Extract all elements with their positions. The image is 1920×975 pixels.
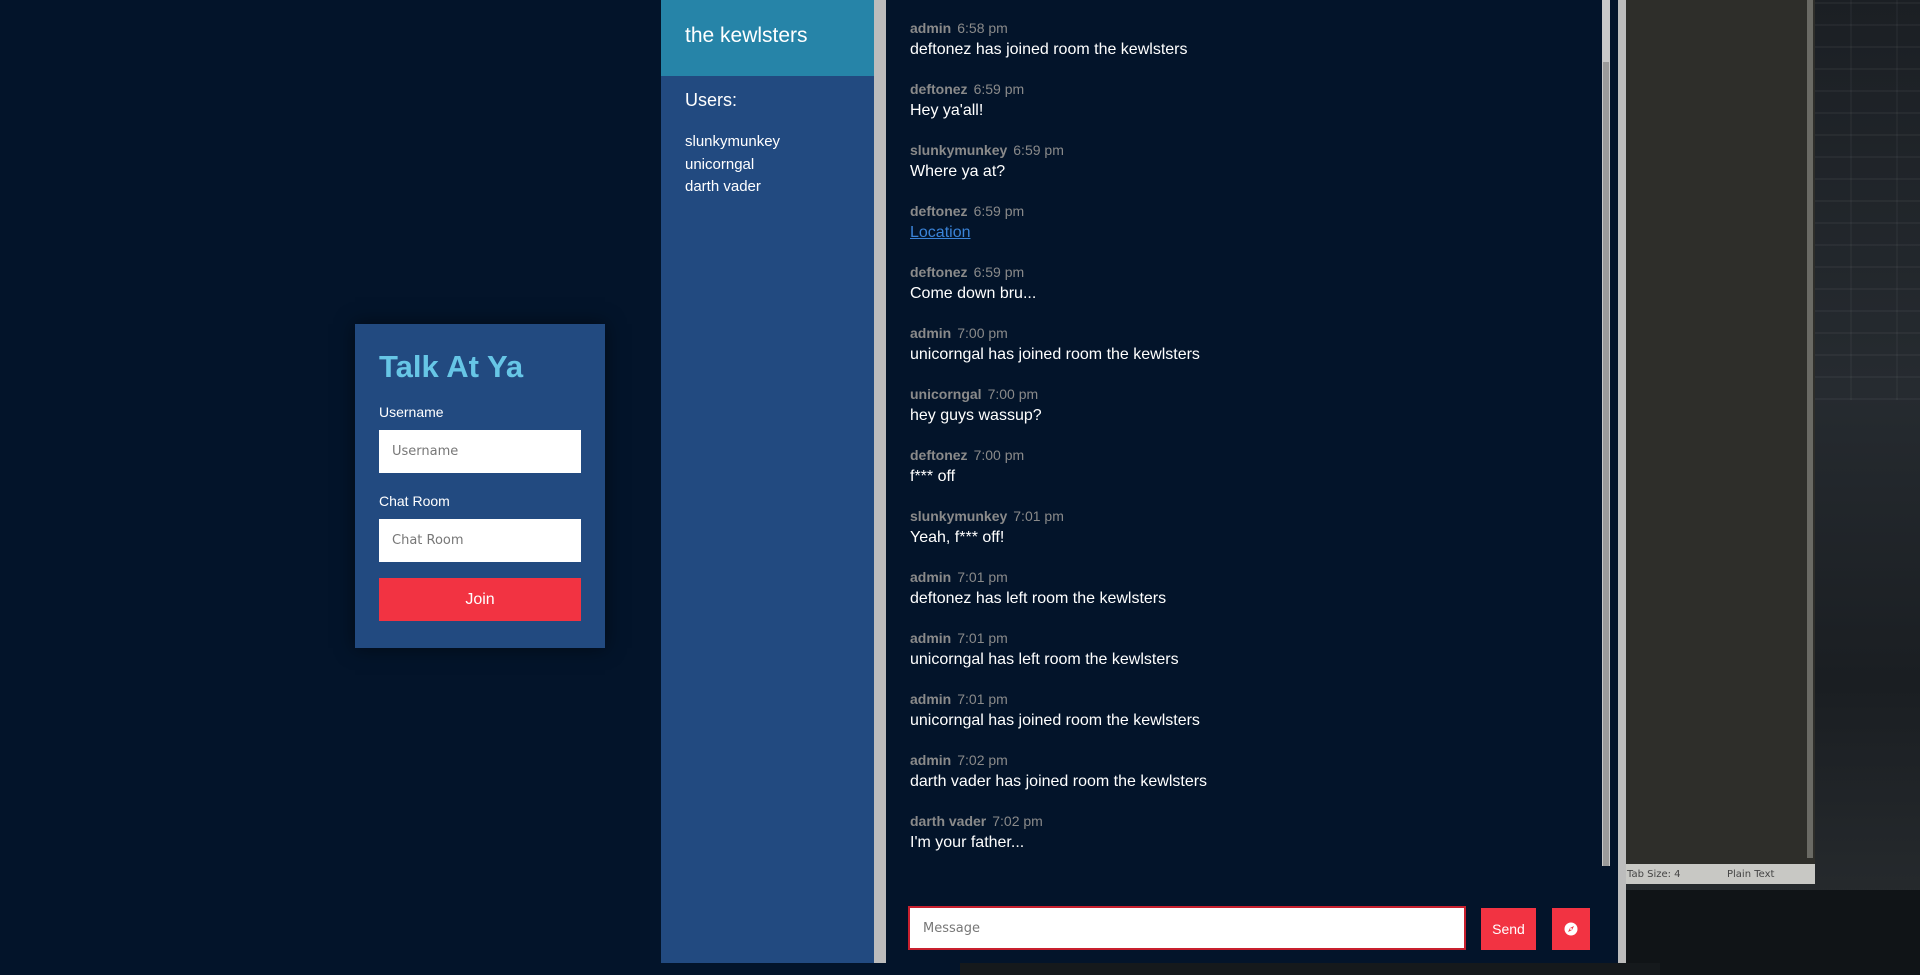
message-text: deftonez has left room the kewlsters xyxy=(910,590,1167,607)
users-title: Users: xyxy=(685,90,738,110)
message-author: darth vader xyxy=(910,813,987,829)
message-author: admin xyxy=(910,20,952,36)
app-title: Talk At Ya xyxy=(379,349,524,384)
message-time: 6:59 pm xyxy=(1013,142,1064,158)
username-input[interactable] xyxy=(379,430,581,473)
message-text: unicorngal has joined room the kewlsters xyxy=(910,346,1200,363)
message-time: 6:58 pm xyxy=(957,20,1008,36)
message: slunkymunkey 6:59 pm Where ya at? xyxy=(910,142,1590,203)
message: admin 7:01 pm unicorngal has joined room … xyxy=(910,691,1590,752)
join-button[interactable]: Join xyxy=(379,578,581,621)
message-time: 7:01 pm xyxy=(957,569,1008,585)
message-author: slunkymunkey xyxy=(910,508,1008,524)
message-author: unicorngal xyxy=(910,386,982,402)
background-street xyxy=(1620,890,1920,975)
message: deftonez 6:59 pm Hey ya'all! xyxy=(910,81,1590,142)
editor-status-bar: Tab Size: 4 Plain Text xyxy=(1625,864,1815,884)
message: deftonez 6:59 pm Come down bru... xyxy=(910,264,1590,325)
message-time: 7:00 pm xyxy=(957,325,1008,341)
user-list-item: slunkymunkey xyxy=(685,133,781,150)
messages-scrollbar-thumb[interactable] xyxy=(1603,62,1609,866)
chat-room-label: Chat Room xyxy=(379,493,450,509)
editor-scrollbar[interactable] xyxy=(1807,0,1813,858)
message: admin 6:58 pm deftonez has joined room th… xyxy=(910,20,1590,81)
message-time: 7:02 pm xyxy=(957,752,1008,768)
message-author: admin xyxy=(910,630,952,646)
message-text: unicorngal has left room the kewlsters xyxy=(910,651,1179,668)
message-text: Where ya at? xyxy=(910,163,1006,180)
message-time: 7:02 pm xyxy=(992,813,1043,829)
compass-icon xyxy=(1564,922,1578,936)
username-label: Username xyxy=(379,404,444,420)
message-input[interactable] xyxy=(908,906,1466,950)
compose-bar: Send xyxy=(908,906,1598,950)
message-text: Yeah, f*** off! xyxy=(910,529,1005,546)
background-strip xyxy=(960,963,1660,975)
message-author: admin xyxy=(910,691,952,707)
message: slunkymunkey 7:01 pm Yeah, f*** off! xyxy=(910,508,1590,569)
message: darth vader 7:02 pm I'm your father... xyxy=(910,813,1590,874)
message-time: 6:59 pm xyxy=(973,264,1025,280)
message-text: deftonez has joined room the kewlsters xyxy=(910,41,1188,58)
message-text: I'm your father... xyxy=(910,834,1025,851)
message-text: f*** off xyxy=(910,468,956,485)
message-author: deftonez xyxy=(910,203,968,219)
message-text: hey guys wassup? xyxy=(910,407,1042,424)
chat-room-input[interactable] xyxy=(379,519,581,562)
message: unicorngal 7:00 pm hey guys wassup? xyxy=(910,386,1590,447)
message-time: 7:01 pm xyxy=(957,691,1008,707)
syntax-indicator[interactable]: Plain Text xyxy=(1727,869,1774,880)
message-time: 7:01 pm xyxy=(957,630,1008,646)
message: deftonez 6:59 pm Location xyxy=(910,203,1590,264)
send-button[interactable]: Send xyxy=(1481,908,1536,950)
message-text: unicorngal has joined room the kewlsters xyxy=(910,712,1200,729)
editor-panel xyxy=(1625,0,1815,865)
message: admin 7:01 pm unicorngal has left room th… xyxy=(910,630,1590,691)
chat-sidebar: the kewlsters Users: slunkymunkey unicor… xyxy=(661,0,874,963)
user-list-item: unicorngal xyxy=(685,155,755,173)
message-time: 6:59 pm xyxy=(973,81,1025,97)
message-text: darth vader has joined room the kewlster… xyxy=(910,773,1208,790)
message: admin 7:01 pm deftonez has left room the … xyxy=(910,569,1590,630)
message-time: 7:00 pm xyxy=(973,447,1025,463)
message-text: Come down bru... xyxy=(910,285,1037,302)
message-author: admin xyxy=(910,325,952,341)
message-time: 7:01 pm xyxy=(1013,508,1064,524)
message-author: deftonez xyxy=(910,81,968,97)
message-author: slunkymunkey xyxy=(910,142,1008,158)
message-text: Hey ya'all! xyxy=(910,102,984,119)
message-time: 7:00 pm xyxy=(987,386,1039,402)
message-author: deftonez xyxy=(910,264,968,280)
message-list: admin 6:58 pm deftonez has joined room th… xyxy=(910,20,1590,874)
room-name: the kewlsters xyxy=(661,0,874,76)
message-author: admin xyxy=(910,752,952,768)
message-author: deftonez xyxy=(910,447,968,463)
user-list: slunkymunkey unicorngal darth vader xyxy=(661,131,874,199)
location-link[interactable]: Location xyxy=(910,224,971,241)
user-list-item: darth vader xyxy=(685,178,761,195)
tab-size-indicator[interactable]: Tab Size: 4 xyxy=(1627,869,1727,880)
message: admin 7:02 pm darth vader has joined room… xyxy=(910,752,1590,813)
login-card: Talk At Ya Username Chat Room Join xyxy=(355,324,605,648)
message-time: 6:59 pm xyxy=(973,203,1025,219)
message: admin 7:00 pm unicorngal has joined room … xyxy=(910,325,1590,386)
message: deftonez 7:00 pm f*** off xyxy=(910,447,1590,508)
message-author: admin xyxy=(910,569,952,585)
send-location-button[interactable] xyxy=(1552,908,1590,950)
